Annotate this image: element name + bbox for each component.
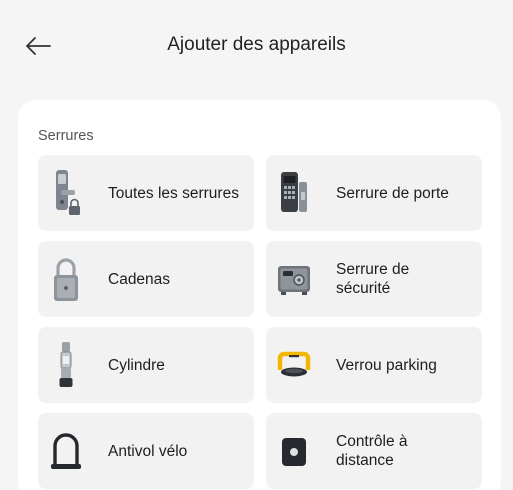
- parking-lock-icon: [276, 339, 312, 391]
- tile-cadenas[interactable]: Cadenas: [38, 241, 254, 317]
- tile-label: Contrôle à distance: [336, 433, 408, 469]
- section-title: Serrures: [38, 128, 94, 144]
- remote-control-icon: [276, 425, 312, 477]
- tile-label: Antivol vélo: [108, 442, 188, 460]
- tile-verrou-parking[interactable]: Verrou parking: [266, 327, 482, 403]
- tile-label: Toutes les serrures: [108, 184, 239, 202]
- tile-label: Serrure de porte: [336, 184, 449, 202]
- device-grid: Toutes les serrures Serrure de porte Cad…: [38, 155, 483, 489]
- tile-antivol-velo[interactable]: Antivol vélo: [38, 413, 254, 489]
- padlock-icon: [48, 253, 84, 305]
- tile-label: Cadenas: [108, 270, 171, 288]
- page-title: Ajouter des appareils: [167, 34, 346, 55]
- bike-lock-icon: [48, 425, 84, 477]
- tile-controle-a-distance[interactable]: Contrôle à distance: [266, 413, 482, 489]
- tile-serrure-de-porte[interactable]: Serrure de porte: [266, 155, 482, 231]
- smart-lock-icon: [48, 167, 84, 219]
- tile-label: Cylindre: [108, 356, 165, 374]
- cylinder-lock-icon: [48, 339, 84, 391]
- safe-icon: [276, 253, 312, 305]
- door-lock-keypad-icon: [276, 167, 312, 219]
- tile-cylindre[interactable]: Cylindre: [38, 327, 254, 403]
- header-bar: Ajouter des appareils: [0, 0, 513, 92]
- tile-toutes-les-serrures[interactable]: Toutes les serrures: [38, 155, 254, 231]
- tile-label: Serrure de sécurité: [336, 261, 410, 297]
- tile-label: Verrou parking: [336, 356, 437, 374]
- tile-serrure-de-securite[interactable]: Serrure de sécurité: [266, 241, 482, 317]
